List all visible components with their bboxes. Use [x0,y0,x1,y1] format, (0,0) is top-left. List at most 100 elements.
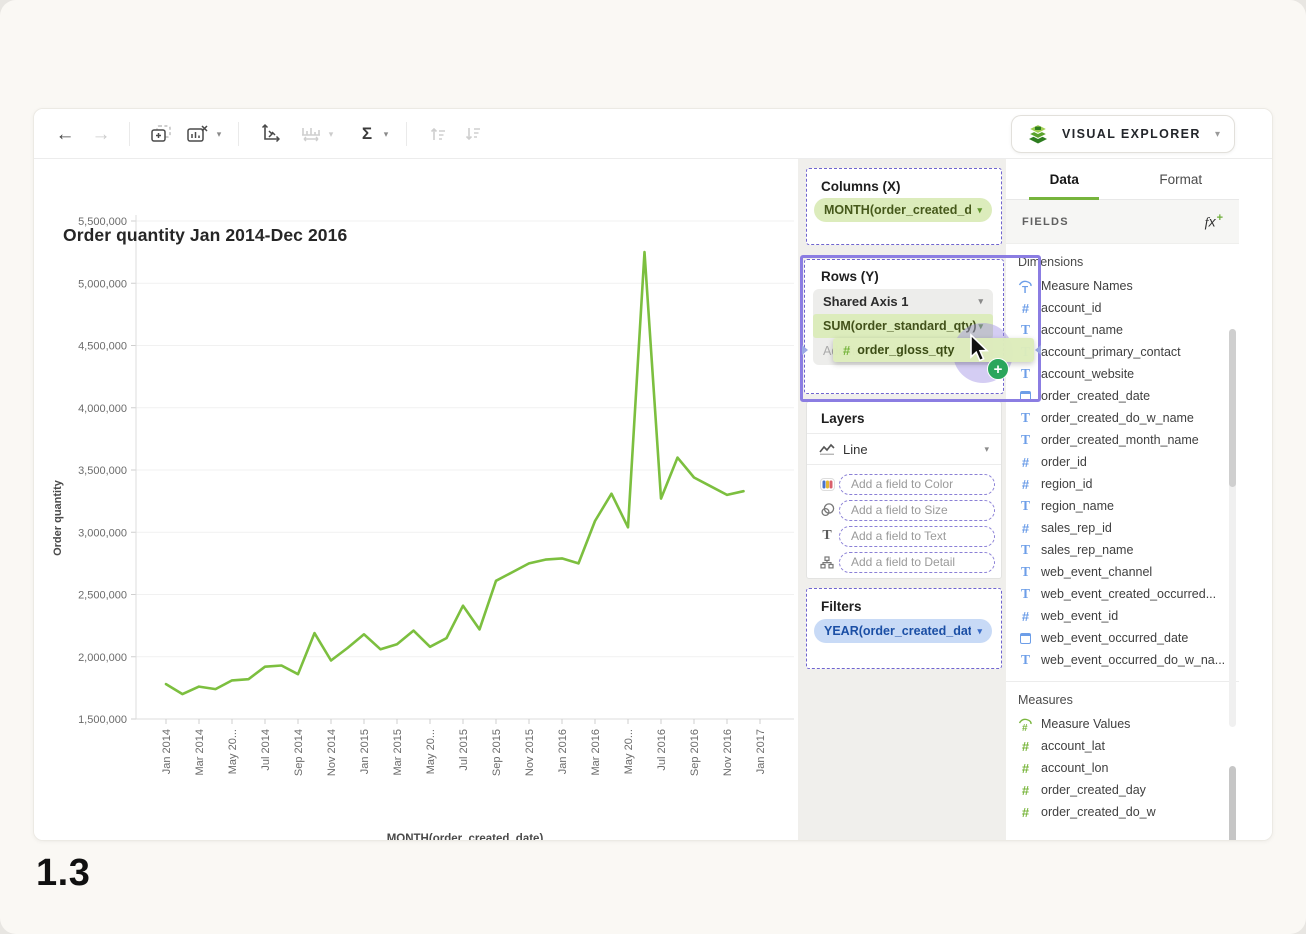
histogram-button[interactable] [294,109,328,159]
svg-text:Jan 2017: Jan 2017 [755,729,767,774]
number-field-icon: # [1018,478,1033,491]
add-field-to-detail-target[interactable]: Add a field to Detail [839,552,995,573]
line-chart-type-icon [819,443,835,455]
svg-text:May 20...: May 20... [623,729,635,774]
undo-button[interactable]: ← [48,109,82,159]
field-label: Measure Names [1041,279,1133,293]
dimension-item[interactable]: #order_id [1006,451,1239,473]
chart-canvas[interactable]: Order quantity Jan 2014-Dec 2016 Order q… [34,159,798,841]
number-field-icon: # [1018,456,1033,469]
number-field-icon: # [1018,522,1033,535]
x-axis-title: MONTH(order_created_date) [315,833,615,841]
add-calculated-field-button[interactable]: fx+ [1205,212,1223,232]
shared-axis-header[interactable]: Shared Axis 1 ▾ [813,289,993,314]
dimension-item[interactable]: Tweb_event_occurred_do_w_na... [1006,649,1239,671]
add-field-to-text-target[interactable]: Add a field to Text [839,526,995,547]
dimensions-scrollbar-thumb[interactable] [1229,329,1236,487]
y-axis-title: Order quantity [52,458,64,578]
dimension-item[interactable]: TMeasure Names [1006,275,1239,297]
dimension-item[interactable]: #account_id [1006,297,1239,319]
histogram-icon [300,124,322,144]
histogram-dropdown[interactable]: ▾ [324,109,338,159]
field-label: account_name [1041,323,1123,337]
tab-format[interactable]: Format [1123,159,1240,199]
sigma-icon: Σ [362,124,372,144]
dimension-item[interactable]: Tsales_rep_name [1006,539,1239,561]
measure-item[interactable]: #account_lat [1006,735,1239,757]
dimension-item[interactable]: Torder_created_month_name [1006,429,1239,451]
dimension-item[interactable]: #web_event_id [1006,605,1239,627]
field-label: web_event_id [1041,609,1118,623]
chevron-down-icon: ▾ [977,626,982,637]
drop-indicator-right [1035,345,1041,355]
field-label: web_event_created_occurred... [1041,587,1216,601]
swap-axes-button[interactable] [252,109,286,159]
svg-text:Mar 2016: Mar 2016 [590,729,602,775]
sort-ascending-button[interactable] [421,109,455,159]
svg-text:4,500,000: 4,500,000 [78,341,127,353]
sort-descending-button[interactable] [456,109,490,159]
add-field-to-color-target[interactable]: Add a field to Color [839,474,995,495]
date-field-icon [1018,633,1033,644]
measure-item[interactable]: #order_created_do_w [1006,801,1239,823]
svg-text:2,500,000: 2,500,000 [78,590,127,602]
svg-text:Sep 2014: Sep 2014 [293,729,305,776]
filter-pill-year-order-created-date[interactable]: YEAR(order_created_date) ▾ [814,619,992,643]
toolbar: ← → ▾ [34,109,1273,159]
measure-item[interactable]: #account_lon [1006,757,1239,779]
svg-text:4,000,000: 4,000,000 [78,403,127,415]
svg-text:Mar 2015: Mar 2015 [392,729,404,775]
dimension-item[interactable]: #region_id [1006,473,1239,495]
app-window: ← → ▾ [33,108,1273,841]
dimension-item[interactable]: Torder_created_do_w_name [1006,407,1239,429]
chart-title: Order quantity Jan 2014-Dec 2016 [63,225,347,246]
text-field-icon: T [1018,565,1033,579]
dragged-field-pill-order-gloss-qty[interactable]: # order_gloss_qty [833,338,1034,362]
svg-text:Nov 2016: Nov 2016 [722,729,734,776]
svg-text:3,500,000: 3,500,000 [78,465,127,477]
remove-chart-dropdown[interactable]: ▾ [212,109,226,159]
duplicate-chart-button[interactable] [144,109,178,159]
measure-item[interactable]: #order_created_day [1006,779,1239,801]
measures-scrollbar-thumb[interactable] [1229,766,1236,841]
visual-explorer-menu-button[interactable]: VISUAL EXPLORER ▾ [1011,115,1235,153]
line-chart: 1,500,0002,000,0002,500,0003,000,0003,50… [34,159,798,841]
add-field-to-size-target[interactable]: Add a field to Size [839,500,995,521]
dimension-item[interactable]: order_created_date [1006,385,1239,407]
number-field-icon: # [1018,784,1033,797]
columns-pill-month-order-created-date[interactable]: MONTH(order_created_d... ▾ [814,198,992,222]
svg-text:Jul 2014: Jul 2014 [260,729,272,771]
text-field-icon: T [1018,323,1033,337]
field-label: account_lon [1041,761,1108,775]
dimension-item[interactable]: #sales_rep_id [1006,517,1239,539]
field-label: Measure Values [1041,717,1130,731]
rows-pill-sum-order-standard-qty[interactable]: SUM(order_standard_qty) ▾ [813,314,993,338]
drag-pill-label: order_gloss_qty [857,343,954,357]
sort-ascending-icon [428,125,448,143]
remove-chart-icon [186,124,208,144]
date-field-icon [1018,391,1033,402]
aggregate-dropdown[interactable]: ▾ [379,109,393,159]
text-encoding-icon: T [815,528,839,544]
dimension-item[interactable]: Tweb_event_created_occurred... [1006,583,1239,605]
dimension-item[interactable]: Tregion_name [1006,495,1239,517]
dimension-item[interactable]: web_event_occurred_date [1006,627,1239,649]
layer-type-select[interactable]: Line ▾ [807,434,1001,465]
chevron-down-icon: ▾ [978,321,983,332]
svg-text:1,500,000: 1,500,000 [78,714,127,726]
field-label: account_id [1041,301,1101,315]
dimension-item[interactable]: Taccount_website [1006,363,1239,385]
redo-button[interactable]: → [84,109,118,159]
pill-label: MONTH(order_created_d... [824,203,971,217]
back-arrow-icon: ← [56,125,75,144]
filters-shelf-title: Filters [807,589,1001,614]
drop-indicator-left [802,345,808,355]
text-field-icon: T [1018,543,1033,557]
number-field-icon: # [843,343,850,358]
dimension-item[interactable]: Taccount_name [1006,319,1239,341]
dimension-item[interactable]: Tweb_event_channel [1006,561,1239,583]
svg-text:May 20...: May 20... [425,729,437,774]
tab-data[interactable]: Data [1006,159,1123,199]
measure-item[interactable]: #Measure Values [1006,713,1239,735]
remove-chart-button[interactable] [180,109,214,159]
